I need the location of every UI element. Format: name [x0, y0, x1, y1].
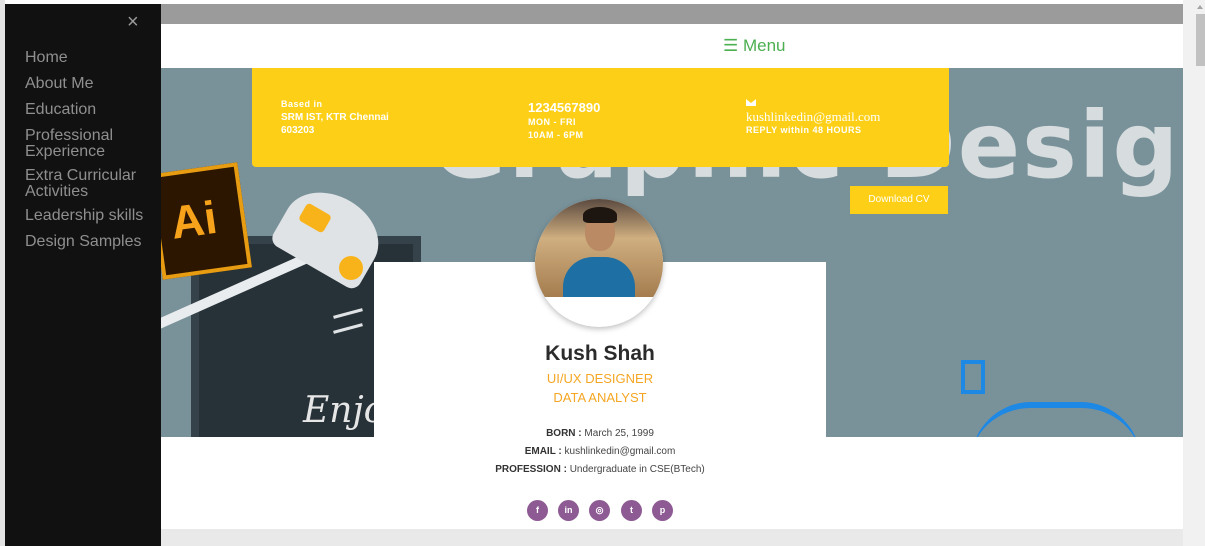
contact-info-box: Based in SRM IST, KTR Chennai 603203 123…	[252, 68, 949, 167]
nav-item-extra-curricular-activities[interactable]: Extra Curricular Activities	[25, 168, 157, 200]
page-viewport: ☰ Menu Graphic Design Ai Enjoy Based in …	[161, 4, 1183, 546]
working-days: MON - FRI	[528, 117, 576, 127]
lamp-bulb-illustration	[339, 256, 363, 280]
bottom-gray-band	[161, 529, 1183, 546]
avatar-hair	[583, 207, 617, 223]
nav-item-home[interactable]: Home	[25, 50, 157, 66]
close-icon[interactable]: ×	[127, 12, 139, 32]
email-label: EMAIL :	[524, 446, 562, 457]
illustrator-logo: Ai	[161, 162, 252, 280]
phone-block: 1234567890 MON - FRI 10AM - 6PM	[528, 100, 600, 142]
avatar-shirt	[563, 257, 635, 297]
location-line2: 603203	[281, 125, 315, 136]
location-block: Based in SRM IST, KTR Chennai 603203	[281, 98, 389, 137]
nav-item-leadership-skills[interactable]: Leadership skills	[25, 208, 157, 224]
social-links: f in ◎ t p	[527, 500, 687, 522]
light-rays-illustration	[333, 308, 373, 352]
top-gray-band	[161, 4, 1183, 24]
vertical-scrollbar[interactable]	[1183, 0, 1205, 546]
contact-email[interactable]: kushlinkedin@gmail.com	[746, 110, 880, 124]
scrollbar-thumb[interactable]	[1196, 14, 1205, 66]
pinterest-icon[interactable]: p	[652, 500, 673, 521]
reply-time: REPLY within 48 HOURS	[746, 125, 862, 135]
born-label: BORN :	[546, 428, 582, 439]
nav-item-about-me[interactable]: About Me	[25, 76, 157, 92]
profile-avatar	[535, 199, 663, 327]
illustrator-logo-text: Ai	[167, 190, 221, 249]
born-value: March 25, 1999	[584, 428, 654, 439]
working-hours: 10AM - 6PM	[528, 130, 584, 140]
linkedin-icon[interactable]: in	[558, 500, 579, 521]
nav-list: Home About Me Education Professional Exp…	[25, 50, 157, 260]
menu-bar: ☰ Menu	[161, 24, 1183, 68]
twitter-icon[interactable]: t	[621, 500, 642, 521]
profile-name: Kush Shah	[545, 342, 655, 365]
nav-item-education[interactable]: Education	[25, 102, 157, 118]
facebook-icon[interactable]: f	[527, 500, 548, 521]
profession-row: PROFESSION : Undergraduate in CSE(BTech)	[374, 464, 826, 475]
born-row: BORN : March 25, 1999	[374, 428, 826, 439]
download-cv-button[interactable]: Download CV	[850, 186, 948, 214]
scroll-up-arrow-icon[interactable]	[1197, 5, 1203, 9]
location-label: Based in	[281, 99, 323, 109]
profession-label: PROFESSION :	[495, 464, 567, 475]
profession-value: Undergraduate in CSE(BTech)	[569, 464, 705, 475]
profile-role-1: UI/UX DESIGNER	[546, 371, 654, 386]
hook-illustration	[961, 360, 985, 394]
cable-illustration	[971, 402, 1141, 437]
nav-item-professional-experience[interactable]: Professional Experience	[25, 128, 157, 160]
profile-role-2: DATA ANALYST	[553, 390, 647, 405]
side-navigation: × Home About Me Education Professional E…	[5, 4, 161, 546]
menu-button[interactable]: ☰ Menu	[723, 36, 786, 56]
email-row: EMAIL : kushlinkedin@gmail.com	[374, 446, 826, 457]
envelope-icon	[746, 99, 756, 106]
location-line1: SRM IST, KTR Chennai	[281, 112, 389, 123]
instagram-icon[interactable]: ◎	[589, 500, 610, 521]
email-block: kushlinkedin@gmail.com REPLY within 48 H…	[746, 99, 880, 137]
nav-item-design-samples[interactable]: Design Samples	[25, 234, 157, 250]
email-value: kushlinkedin@gmail.com	[564, 446, 676, 457]
phone-number[interactable]: 1234567890	[528, 100, 600, 116]
